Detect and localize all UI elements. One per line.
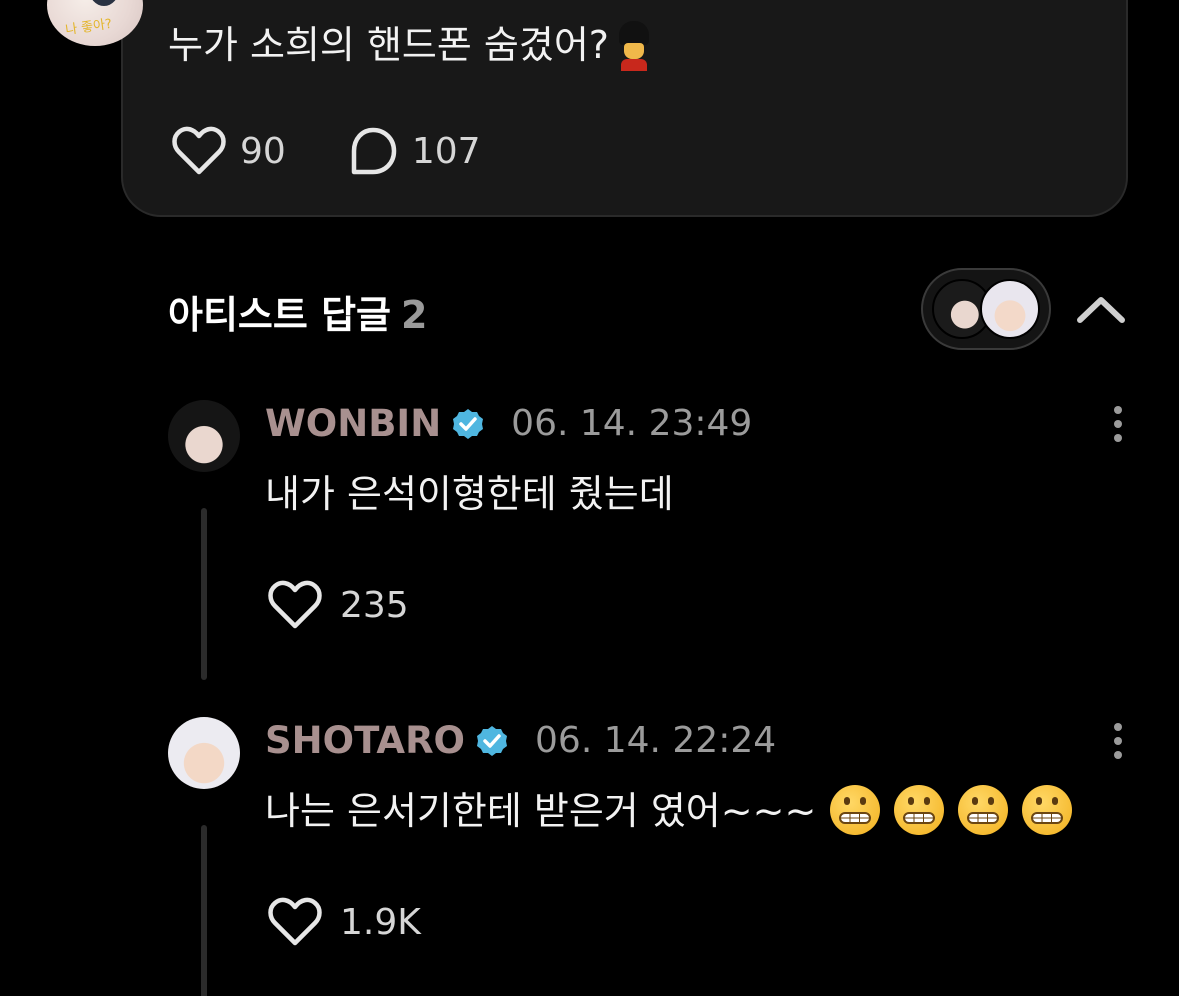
post-comment-count: 107	[411, 130, 481, 172]
reply-like-button[interactable]: 1.9K	[268, 897, 421, 947]
reply-like-count: 235	[340, 584, 409, 626]
post-actions: 90 107	[172, 126, 543, 176]
shotaro-stack-avatar	[980, 279, 1040, 339]
reply-timestamp: 06. 14. 23:49	[511, 403, 753, 444]
post-like-button[interactable]: 90	[172, 126, 286, 176]
post-text: 누가 소희의 핸드폰 숨겼어?	[168, 17, 653, 73]
reply-author-name[interactable]: SHOTARO	[265, 719, 465, 762]
thread-line	[201, 825, 207, 996]
wonbin-avatar[interactable]	[168, 400, 240, 472]
reply-text: 내가 은석이형한테 줬는데	[265, 472, 674, 516]
grimacing-face-emoji-icon	[958, 784, 1009, 835]
heart-icon	[172, 126, 226, 175]
british-guard-emoji-icon	[615, 17, 653, 73]
reply-like-button[interactable]: 235	[268, 580, 409, 630]
reply-author-name[interactable]: WONBIN	[265, 402, 441, 445]
verified-badge-icon	[453, 408, 484, 439]
reply-header: SHOTARO 06. 14. 22:24	[265, 719, 776, 762]
avatar-doodle: 나 좋아?	[64, 16, 114, 39]
thread-line	[201, 508, 207, 680]
post-detail-screen: 나 좋아? 누가 소희의 핸드폰 숨겼어? 90 107 아티스트 답글 2 W…	[0, 0, 1179, 996]
heart-icon	[268, 580, 322, 629]
reply-like-count: 1.9K	[340, 901, 421, 943]
artist-replies-count: 2	[401, 293, 428, 337]
artist-replies-label: 아티스트 답글	[168, 293, 391, 337]
artist-replies-title: 아티스트 답글 2	[168, 284, 427, 339]
grimacing-face-emoji-icon	[830, 784, 881, 835]
more-options-icon[interactable]	[1108, 404, 1128, 444]
avatar-figure	[89, 0, 119, 6]
artist-avatar-stack[interactable]	[921, 268, 1051, 350]
reply-text-content: 나는 은서기한테 받은거 였어~~~	[265, 789, 817, 833]
grimacing-face-emoji-icon	[894, 784, 945, 835]
post-text-content: 누가 소희의 핸드폰 숨겼어?	[168, 23, 609, 67]
reply-timestamp: 06. 14. 22:24	[535, 720, 777, 761]
more-options-icon[interactable]	[1108, 721, 1128, 761]
shotaro-avatar[interactable]	[168, 717, 240, 789]
post-like-count: 90	[240, 130, 286, 172]
verified-badge-icon	[477, 725, 508, 756]
reply-text: 나는 은서기한테 받은거 였어~~~	[265, 783, 1073, 839]
chevron-up-icon[interactable]	[1074, 288, 1128, 328]
comment-bubble-icon	[351, 127, 397, 175]
grimacing-face-emoji-icon	[1022, 784, 1073, 835]
post-comment-button[interactable]: 107	[348, 126, 481, 176]
reply-header: WONBIN 06. 14. 23:49	[265, 402, 752, 445]
heart-icon	[268, 897, 322, 946]
